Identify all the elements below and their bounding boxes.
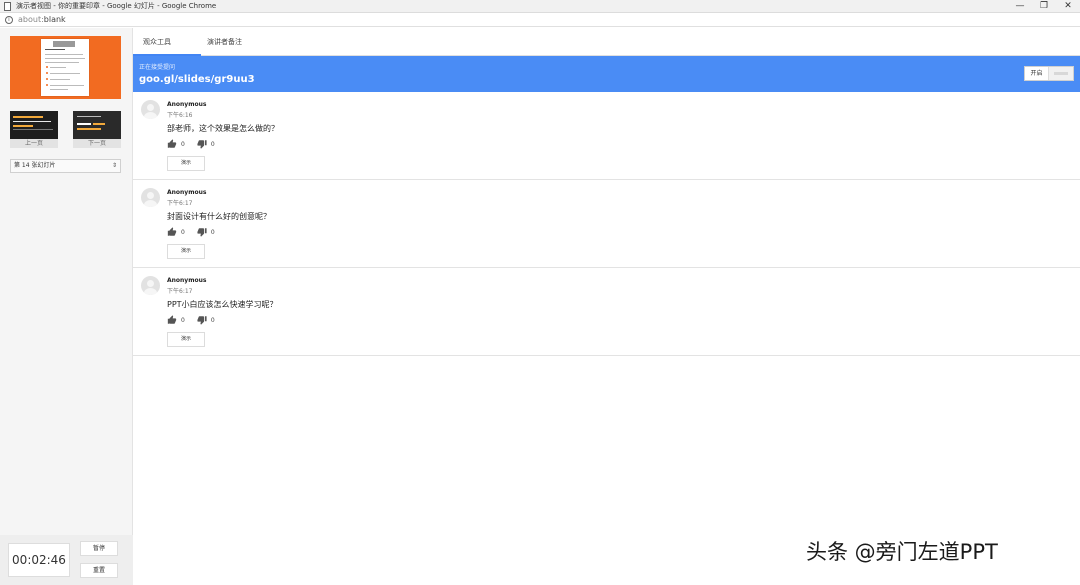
presenter-tabs: 观众工具 演讲者备注 [133,28,1080,56]
dislike-count: 0 [210,228,215,236]
timer-area: 00:02:46 暂停 重置 [0,535,133,585]
window-controls: — ❐ ✕ [1008,0,1080,13]
dislike-count: 0 [210,316,215,324]
restore-button[interactable]: ❐ [1032,0,1056,13]
thumbs-up-icon[interactable] [167,139,177,149]
slide-logo [53,41,75,47]
question-author: Anonymous [167,277,207,284]
qa-toggle[interactable]: 开启 [1024,66,1074,81]
avatar [141,188,160,207]
question-text: 部老师，这个效果是怎么做的？ [167,124,279,133]
tab-audience-tools[interactable]: 观众工具 [133,28,201,56]
dislike-count: 0 [210,140,215,148]
question-item: Anonymous 下午6:17 封面设计有什么好的创意呢？ 0 0 演示 [133,180,1080,268]
qa-toggle-off[interactable] [1049,67,1073,80]
address-bar[interactable]: i about:blank [0,13,1080,27]
question-text: 封面设计有什么好的创意呢？ [167,212,271,221]
question-votes: 0 0 [167,315,227,325]
question-time: 下午6:17 [167,288,193,295]
like-count: 0 [181,140,185,148]
question-item: Anonymous 下午6:17 PPT小白应该怎么快速学习呢？ 0 0 演示 [133,268,1080,356]
question-text: PPT小白应该怎么快速学习呢？ [167,300,278,309]
next-slide-thumbnail[interactable] [73,111,121,139]
minimize-button[interactable]: — [1008,0,1032,13]
question-author: Anonymous [167,189,207,196]
presenter-left-panel: 上一页 下一页 第 14 张幻灯片 ⇕ 00:02:46 暂停 重置 [0,28,133,585]
question-votes: 0 0 [167,227,227,237]
qa-banner: 正在接受提问 goo.gl/slides/gr9uu3 开启 [133,56,1080,92]
thumbs-down-icon[interactable] [197,227,207,237]
question-time: 下午6:16 [167,112,193,119]
select-caret-icon: ⇕ [111,162,117,169]
url-page: blank [43,15,66,24]
avatar [141,276,160,295]
avatar [141,100,160,119]
window-titlebar: 演示者视图 - 你的重要印章 - Google 幻灯片 - Google Chr… [0,0,1080,13]
close-button[interactable]: ✕ [1056,0,1080,13]
url-text[interactable]: about:blank [18,15,66,24]
url-scheme: about: [18,15,44,24]
previous-slide-thumbnail[interactable] [10,111,58,139]
like-count: 0 [181,228,185,236]
thumbs-up-icon[interactable] [167,227,177,237]
thumbs-down-icon[interactable] [197,139,207,149]
qa-link[interactable]: goo.gl/slides/gr9uu3 [139,74,255,85]
qa-status: 正在接受提问 [139,64,176,71]
elapsed-timer: 00:02:46 [8,543,70,577]
window-title: 演示者视图 - 你的重要印章 - Google 幻灯片 - Google Chr… [16,2,217,10]
slide-number-select[interactable]: 第 14 张幻灯片 ⇕ [10,159,121,173]
current-slide-preview [10,36,121,99]
thumbs-down-icon[interactable] [197,315,207,325]
slide-card [41,39,89,96]
qa-toggle-on-label[interactable]: 开启 [1025,67,1050,80]
question-item: Anonymous 下午6:16 部老师，这个效果是怎么做的？ 0 0 演示 [133,92,1080,180]
present-button[interactable]: 演示 [167,332,205,347]
question-author: Anonymous [167,101,207,108]
tab-speaker-notes[interactable]: 演讲者备注 [207,28,242,56]
previous-slide-label[interactable]: 上一页 [10,139,58,148]
like-count: 0 [181,316,185,324]
question-votes: 0 0 [167,139,227,149]
reset-button[interactable]: 重置 [80,563,118,578]
pause-button[interactable]: 暂停 [80,541,118,556]
question-time: 下午6:17 [167,200,193,207]
next-slide-label[interactable]: 下一页 [73,139,121,148]
watermark-text: 头条 @旁门左道PPT [806,540,998,564]
thumbs-up-icon[interactable] [167,315,177,325]
info-icon[interactable]: i [5,15,13,24]
present-button[interactable]: 演示 [167,244,205,259]
present-button[interactable]: 演示 [167,156,205,171]
page-icon [4,1,11,11]
slide-number-value: 第 14 张幻灯片 [14,162,56,169]
question-list: Anonymous 下午6:16 部老师，这个效果是怎么做的？ 0 0 演示 A… [133,92,1080,356]
